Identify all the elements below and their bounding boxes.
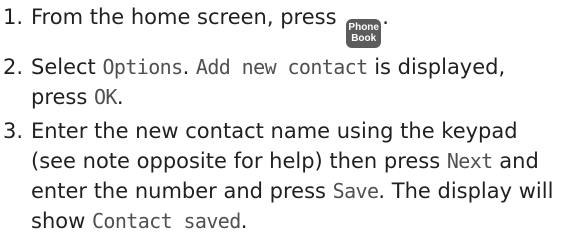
display-option-next: Next (446, 148, 493, 173)
step-text: From the home screen, press Phone Book. (31, 5, 389, 48)
display-option-options: Options (102, 54, 183, 79)
step-text-segment: From the home screen, press (31, 5, 344, 29)
step-text-segment: . (240, 208, 248, 233)
step-number: 3. (3, 118, 24, 143)
step-text-segment: . (382, 5, 389, 29)
display-message-contact-saved: Contact saved (91, 208, 241, 233)
step-text: Select Options. Add new contact is displ… (31, 55, 505, 109)
display-option-ok: OK (93, 84, 117, 109)
step-text-segment: Select (31, 54, 103, 79)
key-label-line: Phone (348, 22, 379, 33)
instruction-steps: 1. From the home screen, press Phone Book… (0, 2, 566, 240)
step-text-segment: Enter the new contact name using the key… (31, 118, 518, 173)
step-number: 1. (3, 5, 24, 29)
step-text: Enter the new contact name using the key… (31, 119, 553, 233)
step-text-segment: . (116, 84, 124, 109)
key-label-line: Book (351, 33, 377, 44)
step-3: 3. Enter the new contact name using the … (0, 116, 566, 236)
step-1: 1. From the home screen, press Phone Book… (0, 2, 566, 48)
display-option-save: Save (332, 178, 379, 203)
phonebook-key-icon: Phone Book (346, 18, 382, 48)
display-option-add-new-contact: Add new contact (195, 54, 368, 79)
step-number: 2. (3, 54, 24, 79)
step-text-segment: . (182, 54, 196, 79)
step-2: 2. Select Options. Add new contact is di… (0, 52, 566, 112)
